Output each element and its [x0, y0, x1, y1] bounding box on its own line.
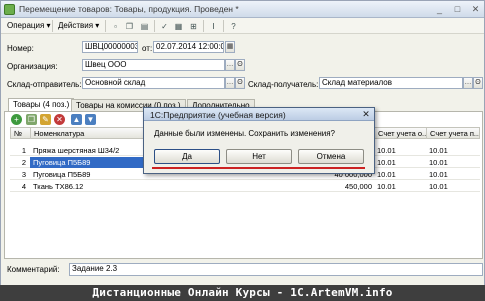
dialog-title: 1С:Предприятие (учебная версия)	[150, 110, 286, 120]
move-up-icon[interactable]: ▲	[71, 114, 82, 125]
row-account-to[interactable]: 10.01	[426, 181, 478, 192]
cancel-button[interactable]: Отмена	[298, 149, 364, 164]
close-icon[interactable]: ✕	[360, 109, 372, 120]
operation-menu[interactable]: Операция ▾	[4, 20, 54, 32]
new-doc-icon[interactable]: ▫	[109, 20, 122, 32]
row-number: 3	[21, 170, 26, 179]
row-nomenclature[interactable]: Ткань ТХ86.12	[30, 181, 268, 192]
toolbar-separator	[203, 20, 204, 32]
copy-icon[interactable]: ❐	[123, 20, 136, 32]
select-ellipsis-icon[interactable]: …	[225, 77, 235, 89]
app-icon	[4, 4, 15, 15]
tab-goods[interactable]: Товары (4 поз.)	[8, 98, 75, 111]
highlight-underline	[152, 167, 365, 169]
copy-row-icon[interactable]: ❐	[26, 114, 37, 125]
actions-menu[interactable]: Действия ▾	[55, 20, 102, 32]
receiver-warehouse-field[interactable]: Склад материалов	[319, 77, 463, 89]
title-bar[interactable]: Перемещение товаров: Товары, продукция. …	[1, 1, 484, 18]
open-icon[interactable]: ʘ	[473, 77, 483, 89]
row-account-from[interactable]: 10.01	[374, 157, 426, 168]
no-button[interactable]: Нет	[226, 149, 292, 164]
banner-text: Дистанционные Онлайн Курсы - 1С.ArtemVM.…	[92, 286, 393, 299]
row-account-to[interactable]: 10.01	[426, 169, 478, 180]
sender-warehouse-label: Склад-отправитель:	[7, 80, 82, 89]
help-icon[interactable]: ?	[227, 20, 240, 32]
post-icon[interactable]: ✓	[158, 20, 171, 32]
row-account-from[interactable]: 10.01	[374, 145, 426, 156]
number-label: Номер:	[7, 44, 34, 53]
toolbar-separator	[154, 20, 155, 32]
course-banner: Дистанционные Онлайн Курсы - 1С.ArtemVM.…	[0, 285, 485, 301]
minimize-icon[interactable]: _	[433, 3, 446, 15]
row-number: 2	[21, 158, 26, 167]
restore-icon[interactable]: □	[451, 3, 464, 15]
row-account-from[interactable]: 10.01	[374, 181, 426, 192]
table-row[interactable]: 4 Ткань ТХ86.12 450,000 10.01 10.01	[10, 181, 480, 192]
row-account-to[interactable]: 10.01	[426, 157, 478, 168]
sender-warehouse-field[interactable]: Основной склад	[82, 77, 225, 89]
dialog-message: Данные были изменены. Сохранить изменени…	[154, 129, 335, 138]
window-title: Перемещение товаров: Товары, продукция. …	[19, 4, 239, 14]
delete-row-icon[interactable]: ✕	[54, 114, 65, 125]
row-account-to[interactable]: 10.01	[426, 145, 478, 156]
move-down-icon[interactable]: ▼	[85, 114, 96, 125]
toolbar: Операция ▾ Действия ▾ ▫ ❐ ▤ ✓ ▦ ⊞ Ⅰ ?	[1, 18, 484, 34]
structure-icon[interactable]: ⊞	[187, 20, 200, 32]
toolbar-separator	[223, 20, 224, 32]
open-icon[interactable]: ʘ	[235, 77, 245, 89]
movements-icon[interactable]: Ⅰ	[207, 20, 220, 32]
comment-field[interactable]: Задание 2.3	[69, 263, 483, 276]
row-number: 4	[21, 182, 26, 191]
dialog-title-bar[interactable]: 1С:Предприятие (учебная версия) ✕	[144, 108, 374, 121]
toolbar-separator	[52, 20, 53, 32]
organization-field[interactable]: Швец ООО	[82, 59, 225, 71]
edit-row-icon[interactable]: ✎	[40, 114, 51, 125]
yes-button[interactable]: Да	[154, 149, 220, 164]
number-field[interactable]: ШВЦ00000003	[82, 41, 138, 53]
toolbar-separator	[105, 20, 106, 32]
select-ellipsis-icon[interactable]: …	[225, 59, 235, 71]
close-icon[interactable]: ✕	[469, 3, 482, 15]
column-header-account-to[interactable]: Счет учета п...	[427, 128, 479, 139]
open-icon[interactable]: ʘ	[235, 59, 245, 71]
save-icon[interactable]: ▤	[138, 20, 151, 32]
comment-label: Комментарий:	[7, 265, 60, 274]
date-label: от:	[142, 44, 153, 53]
unpost-icon[interactable]: ▦	[172, 20, 185, 32]
calendar-icon[interactable]: ▦	[225, 41, 235, 53]
org-label: Организация:	[7, 62, 58, 71]
receiver-warehouse-label: Склад-получатель:	[248, 80, 319, 89]
row-number: 1	[21, 146, 26, 155]
select-ellipsis-icon[interactable]: …	[463, 77, 473, 89]
row-amount[interactable]: 450,000	[268, 181, 372, 192]
column-header-number[interactable]: №	[11, 128, 31, 139]
column-header-account-from[interactable]: Счет учета о...	[375, 128, 427, 139]
date-field[interactable]: 02.07.2014 12:00:02	[153, 41, 224, 53]
row-account-from[interactable]: 10.01	[374, 169, 426, 180]
add-row-icon[interactable]: +	[11, 114, 22, 125]
save-changes-dialog: 1С:Предприятие (учебная версия) ✕ Данные…	[143, 107, 375, 174]
